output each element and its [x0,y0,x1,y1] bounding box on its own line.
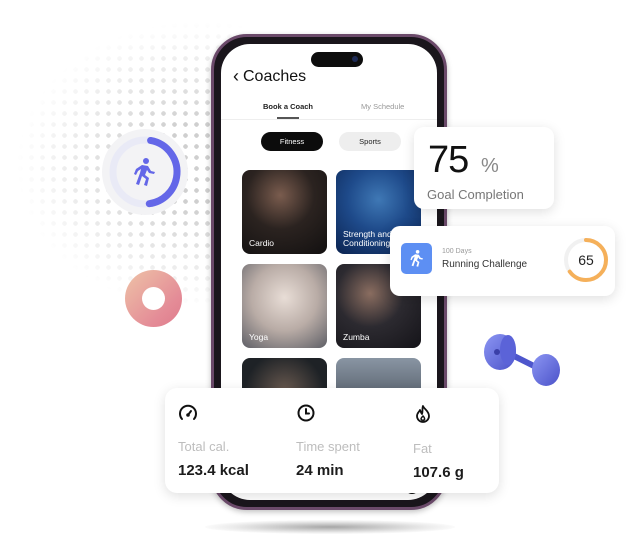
category-card-yoga[interactable]: Yoga [242,264,327,348]
filter-chip-fitness[interactable]: Fitness [261,132,323,151]
screen-header: ‹ Coaches [233,66,306,87]
goal-unit: % [481,155,499,177]
stat-time-spent: Time spent 24 min [296,404,360,479]
phone-shadow [205,520,455,534]
challenge-progress-value: 65 [578,252,594,268]
goal-value: 75 [428,139,469,181]
goal-completion-card: 75 % Goal Completion [414,127,554,209]
stat-label: Fat [413,441,432,456]
running-icon-tile [401,243,432,274]
category-card-cardio[interactable]: Cardio [242,170,327,254]
tab-my-schedule[interactable]: My Schedule [361,102,404,111]
dynamic-island [311,52,363,67]
clock-icon [297,404,315,422]
challenge-title: Running Challenge [442,259,528,270]
running-icon [409,249,423,267]
page-title: Coaches [243,67,307,85]
tab-bar: Book a Coach My Schedule [221,96,437,120]
running-challenge-card: 100 Days Running Challenge 65 [390,226,615,296]
stats-card: Total cal. 123.4 kcal Time spent 24 min … [165,388,499,493]
challenge-subtitle: 100 Days [442,248,472,255]
goal-caption: Goal Completion [427,187,524,202]
stat-value: 24 min [296,462,344,479]
stat-total-calories: Total cal. 123.4 kcal [178,404,249,479]
chevron-left-icon[interactable]: ‹ [233,66,239,87]
camera-icon [352,56,358,62]
stat-label: Time spent [296,439,360,454]
tab-book-a-coach[interactable]: Book a Coach [263,102,313,119]
filter-chip-sports[interactable]: Sports [339,132,401,151]
activity-progress-ring [102,129,188,215]
category-label: Zumba [343,332,370,342]
category-label: Strength and Conditioning [343,229,392,248]
dumbbell-icon [484,334,560,386]
stat-label: Total cal. [178,439,230,454]
stat-fat: Fat 107.6 g [413,404,464,481]
stat-value: 123.4 kcal [178,462,249,479]
donut-decoration [125,270,182,327]
category-label: Cardio [249,238,275,248]
stat-value: 107.6 g [413,464,464,481]
category-label: Yoga [249,332,269,342]
gauge-icon [179,404,197,420]
flame-icon [416,405,430,423]
